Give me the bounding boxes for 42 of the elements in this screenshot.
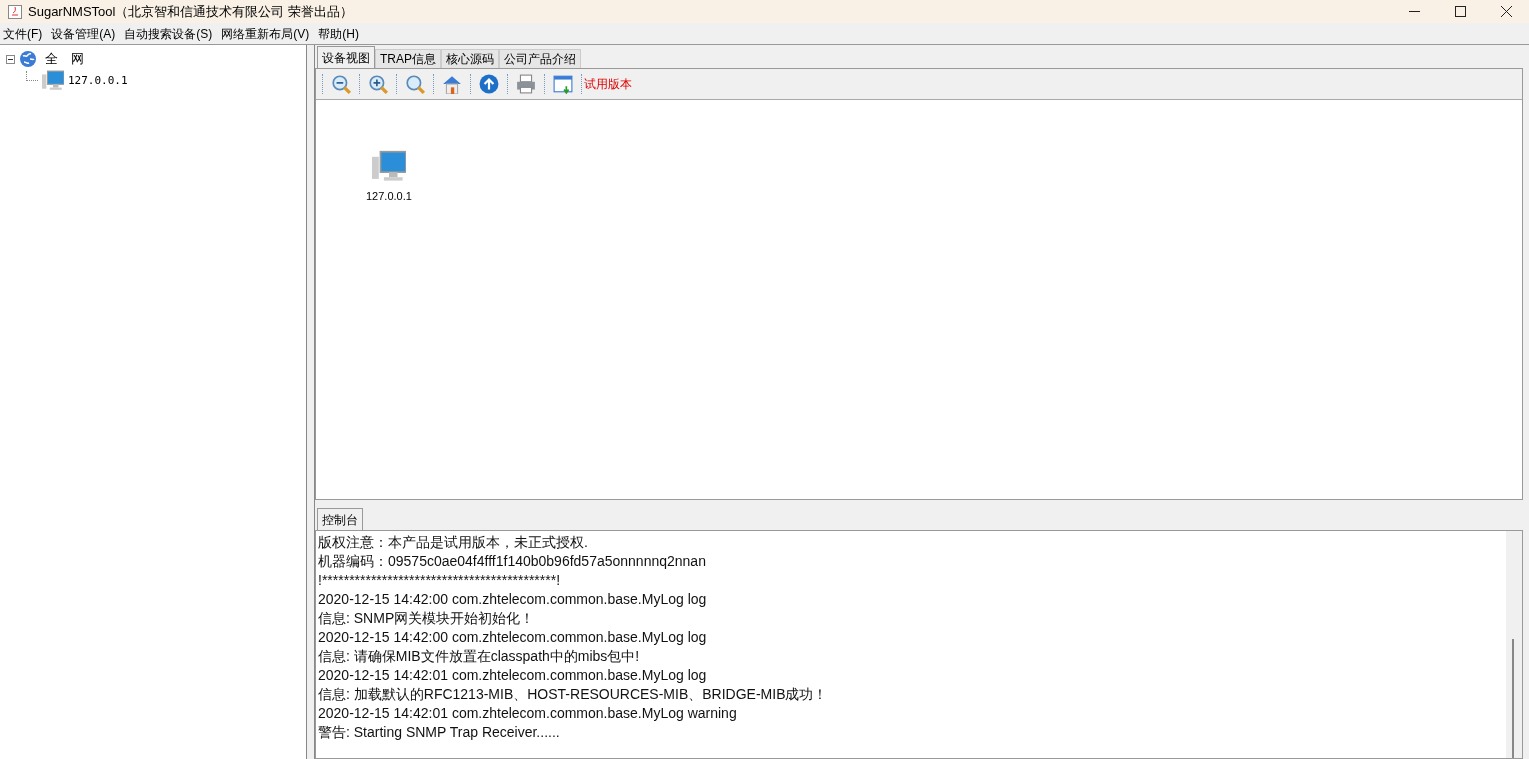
log-line: 警告: Starting SNMP Trap Receiver......: [318, 723, 560, 742]
menu-item[interactable]: 帮助(H): [318, 24, 359, 43]
zoom-out-icon: [331, 74, 351, 94]
tab[interactable]: 公司产品介绍: [499, 49, 581, 68]
scrollbar[interactable]: [1506, 531, 1522, 758]
computer-icon: [42, 70, 64, 92]
node-label: 127.0.0.1: [366, 189, 412, 204]
log-line: !*******************************************!: [318, 571, 561, 590]
computer-icon: [371, 150, 406, 184]
tab[interactable]: 核心源码: [441, 49, 499, 68]
log-line: 2020-12-15 14:42:00 com.zhtelecom.common.base.MyLog log: [318, 628, 707, 647]
menu-item[interactable]: 网络重新布局(V): [221, 24, 310, 43]
log-line: 2020-12-15 14:42:01 com.zhtelecom.common.base.MyLog log: [318, 666, 707, 685]
log-line: 信息: 请确保MIB文件放置在classpath中的mibs包中!: [318, 647, 640, 666]
log-line: 2020-12-15 14:42:01 com.zhtelecom.common.base.MyLog warning: [318, 704, 737, 723]
tab[interactable]: 设备视图: [317, 46, 375, 68]
search-icon: [405, 74, 425, 94]
close-icon: [1500, 6, 1512, 17]
tab[interactable]: TRAP信息: [375, 49, 441, 68]
globe-icon: [19, 50, 37, 68]
collapse-icon[interactable]: [6, 54, 15, 64]
window-icon: [553, 74, 573, 94]
printer-icon: [516, 74, 536, 94]
log-line: 2020-12-15 14:42:00 com.zhtelecom.common.base.MyLog log: [318, 590, 707, 609]
menu-item[interactable]: 文件(F): [3, 24, 43, 43]
trial-version-label: 试用版本: [584, 76, 632, 93]
home-icon: [442, 74, 462, 94]
maximize-icon: [1454, 6, 1466, 17]
app-icon: [8, 4, 22, 19]
tab[interactable]: 控制台: [317, 508, 363, 530]
tree-item[interactable]: 全 网: [45, 49, 84, 69]
log-line: 信息: SNMP网关模块开始初始化！: [318, 609, 535, 628]
minimize-icon: [1408, 10, 1420, 13]
log-line: 信息: 加载默认的RFC1213-MIB、HOST-RESOURCES-MIB、BRIDGE-MIB成功！: [318, 685, 828, 704]
zoom-in-icon: [368, 74, 388, 94]
arrow-up-icon: [479, 74, 499, 94]
menu-item[interactable]: 设备管理(A): [51, 24, 116, 43]
window-title: SugarNMSTool（北京智和信通技术有限公司 荣誉出品）: [28, 2, 354, 21]
log-line: 机器编码：09575c0ae04f4fff1f140b0b96fd57a5onnnnnq2nnan: [318, 552, 706, 571]
tree-item[interactable]: 127.0.0.1: [68, 72, 128, 90]
menu-item[interactable]: 自动搜索设备(S): [124, 24, 213, 43]
log-line: 版权注意：本产品是试用版本，未正式授权.: [318, 533, 588, 552]
